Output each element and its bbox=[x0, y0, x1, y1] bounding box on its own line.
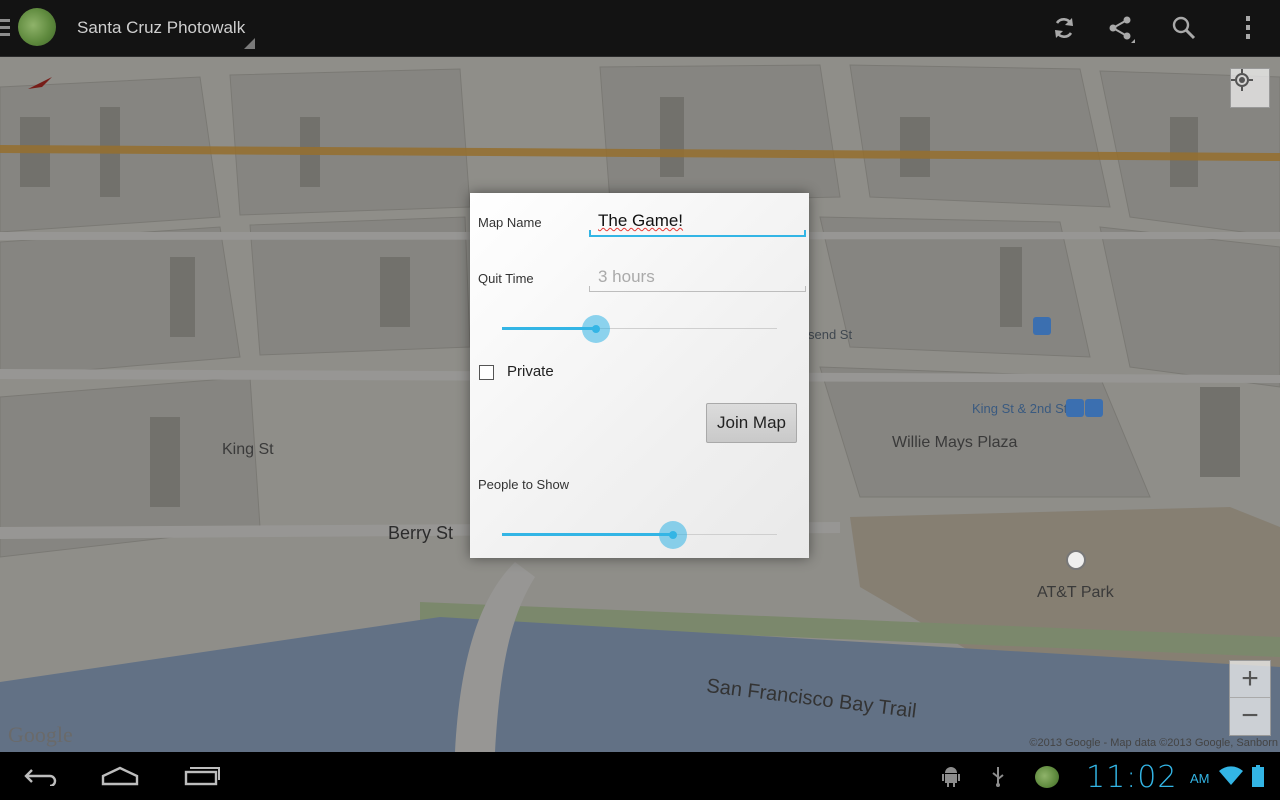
recent-apps-icon bbox=[184, 767, 220, 786]
transit-label-king-2nd: King St & 2nd St bbox=[972, 401, 1068, 416]
map-copyright: ©2013 Google - Map data ©2013 Google, Sa… bbox=[1029, 737, 1278, 749]
recent-apps-button[interactable] bbox=[182, 760, 222, 792]
android-debug-icon[interactable] bbox=[940, 760, 962, 792]
zoom-in-button[interactable]: + bbox=[1230, 661, 1270, 697]
place-label-att-park: AT&T Park bbox=[1037, 584, 1114, 601]
private-checkbox[interactable] bbox=[479, 365, 494, 380]
stadium-icon[interactable] bbox=[1066, 550, 1086, 570]
status-clock-ampm: AM bbox=[1190, 771, 1210, 786]
usb-icon[interactable] bbox=[988, 760, 1008, 792]
slider-fill bbox=[502, 533, 673, 536]
quit-time-label: Quit Time bbox=[478, 271, 534, 286]
street-label-townsend-st: send St bbox=[808, 327, 853, 342]
people-to-show-slider[interactable] bbox=[502, 520, 777, 550]
join-map-dialog: Map Name The Game! Quit Time 3 hours Pri… bbox=[470, 193, 809, 558]
map-name-field[interactable]: The Game! bbox=[589, 211, 806, 237]
slider-thumb[interactable] bbox=[581, 315, 610, 343]
quit-time-slider[interactable] bbox=[502, 314, 777, 344]
refresh-icon[interactable] bbox=[1046, 10, 1082, 46]
action-bar: Santa Cruz Photowalk bbox=[0, 0, 1280, 57]
join-map-button[interactable]: Join Map bbox=[706, 403, 797, 443]
home-icon bbox=[101, 766, 139, 786]
system-bar: 11:02 AM bbox=[0, 752, 1280, 800]
app-icon[interactable] bbox=[18, 8, 56, 46]
overflow-menu-icon[interactable] bbox=[1230, 10, 1266, 46]
app-notification-icon[interactable] bbox=[1035, 766, 1059, 788]
status-clock[interactable]: 11:02 bbox=[1086, 760, 1177, 795]
slider-thumb[interactable] bbox=[658, 521, 687, 549]
drawer-icon[interactable] bbox=[0, 19, 10, 37]
search-icon[interactable] bbox=[1166, 10, 1202, 46]
google-logo: Google bbox=[8, 722, 73, 747]
street-label-king-st: King St bbox=[222, 441, 274, 458]
quit-time-field[interactable]: 3 hours bbox=[589, 267, 806, 292]
private-label[interactable]: Private bbox=[507, 363, 554, 380]
my-location-button[interactable] bbox=[1230, 68, 1270, 108]
share-icon[interactable] bbox=[1104, 10, 1140, 46]
tram-stop-icon[interactable] bbox=[1085, 399, 1103, 417]
bus-stop-icon[interactable] bbox=[1033, 317, 1051, 335]
map-name-value: The Game! bbox=[598, 211, 684, 230]
app-title[interactable]: Santa Cruz Photowalk bbox=[77, 18, 245, 38]
spinner-indicator-icon bbox=[244, 38, 255, 49]
map-name-label: Map Name bbox=[478, 215, 542, 230]
zoom-out-button[interactable]: − bbox=[1230, 698, 1270, 734]
back-button[interactable] bbox=[20, 760, 60, 792]
back-icon bbox=[24, 769, 57, 786]
bus-stop-icon[interactable] bbox=[1066, 399, 1084, 417]
zoom-controls: + − bbox=[1229, 660, 1271, 736]
wifi-icon[interactable] bbox=[1217, 760, 1245, 792]
home-button[interactable] bbox=[100, 760, 140, 792]
my-location-icon bbox=[1231, 69, 1253, 91]
people-to-show-label: People to Show bbox=[478, 477, 570, 492]
battery-icon[interactable] bbox=[1250, 760, 1266, 792]
street-label-berry-st: Berry St bbox=[388, 523, 454, 543]
place-label-willie-mays-plaza: Willie Mays Plaza bbox=[892, 434, 1018, 451]
